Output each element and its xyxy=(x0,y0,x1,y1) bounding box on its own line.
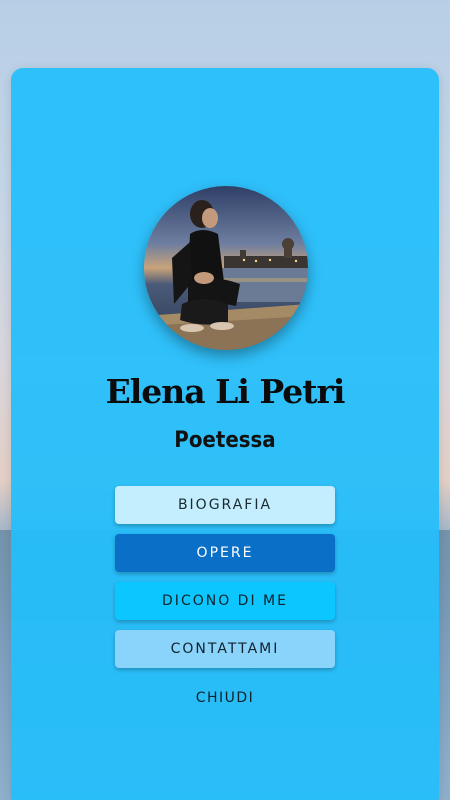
opere-button[interactable]: OPERE xyxy=(115,534,335,572)
dicono-di-me-button[interactable]: DICONO DI ME xyxy=(115,582,335,620)
contattami-button[interactable]: CONTATTAMI xyxy=(115,630,335,668)
avatar xyxy=(144,186,308,350)
profile-name: Elena Li Petri xyxy=(105,372,346,411)
profile-subtitle: Poetessa xyxy=(174,428,276,453)
biografia-button[interactable]: BIOGRAFIA xyxy=(115,486,335,524)
chiudi-button[interactable]: CHIUDI xyxy=(165,684,285,712)
